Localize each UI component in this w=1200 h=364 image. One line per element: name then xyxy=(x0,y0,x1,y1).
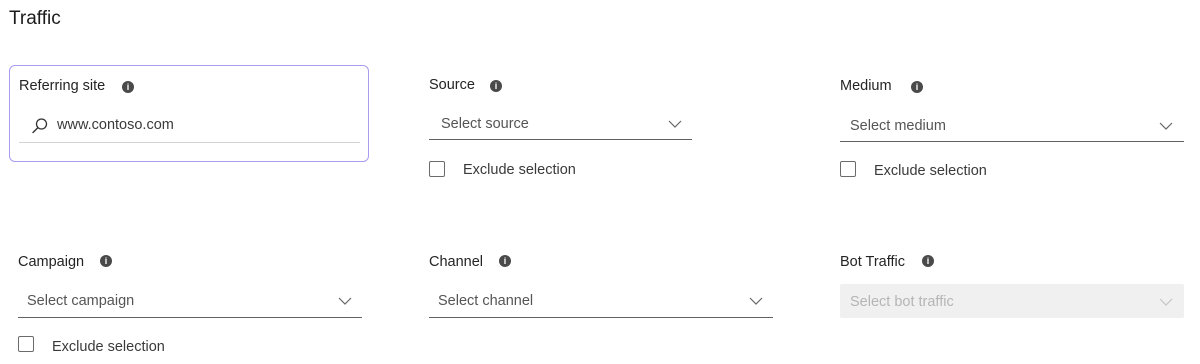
medium-label: Medium xyxy=(840,78,892,94)
medium-dropdown-underline xyxy=(840,141,1184,142)
info-icon[interactable]: i xyxy=(499,255,511,267)
source-label: Source xyxy=(429,77,475,93)
bot-traffic-dropdown: Select bot traffic xyxy=(840,284,1184,318)
medium-dropdown-value: Select medium xyxy=(850,118,946,134)
medium-exclude-checkbox[interactable] xyxy=(840,161,856,177)
chevron-down-icon xyxy=(1159,122,1173,130)
channel-dropdown-value: Select channel xyxy=(438,293,534,309)
info-icon[interactable]: i xyxy=(922,255,934,267)
chevron-down-icon xyxy=(338,297,352,305)
campaign-dropdown[interactable]: Select campaign xyxy=(18,283,362,318)
channel-dropdown-underline xyxy=(429,317,773,318)
campaign-exclude-checkbox[interactable] xyxy=(18,336,34,352)
info-icon[interactable]: i xyxy=(490,80,502,92)
source-dropdown-underline xyxy=(429,139,692,140)
info-icon[interactable]: i xyxy=(911,81,923,93)
info-icon[interactable]: i xyxy=(100,255,112,267)
medium-dropdown[interactable]: Select medium xyxy=(840,107,1184,142)
channel-label: Channel xyxy=(429,254,484,270)
bot-traffic-label: Bot Traffic xyxy=(840,254,906,270)
campaign-exclude-label[interactable]: Exclude selection xyxy=(52,339,165,355)
campaign-dropdown-value: Select campaign xyxy=(27,293,135,309)
campaign-label: Campaign xyxy=(18,254,85,270)
info-icon[interactable]: i xyxy=(122,81,134,93)
source-dropdown[interactable]: Select source xyxy=(429,106,692,140)
source-dropdown-value: Select source xyxy=(441,116,529,132)
chevron-down-icon xyxy=(1159,298,1173,306)
source-exclude-label[interactable]: Exclude selection xyxy=(463,162,576,178)
referring-site-input[interactable]: www.contoso.com xyxy=(57,117,174,133)
section-title: Traffic xyxy=(9,8,61,29)
campaign-dropdown-underline xyxy=(18,317,362,318)
chevron-down-icon xyxy=(749,297,763,305)
channel-dropdown[interactable]: Select channel xyxy=(429,283,773,318)
referring-site-underline xyxy=(19,142,360,143)
referring-site-label: Referring site xyxy=(19,78,106,94)
medium-exclude-label[interactable]: Exclude selection xyxy=(874,163,987,179)
search-icon xyxy=(32,118,48,134)
chevron-down-icon xyxy=(668,120,682,128)
bot-traffic-dropdown-value: Select bot traffic xyxy=(850,294,954,310)
source-exclude-checkbox[interactable] xyxy=(429,161,445,177)
